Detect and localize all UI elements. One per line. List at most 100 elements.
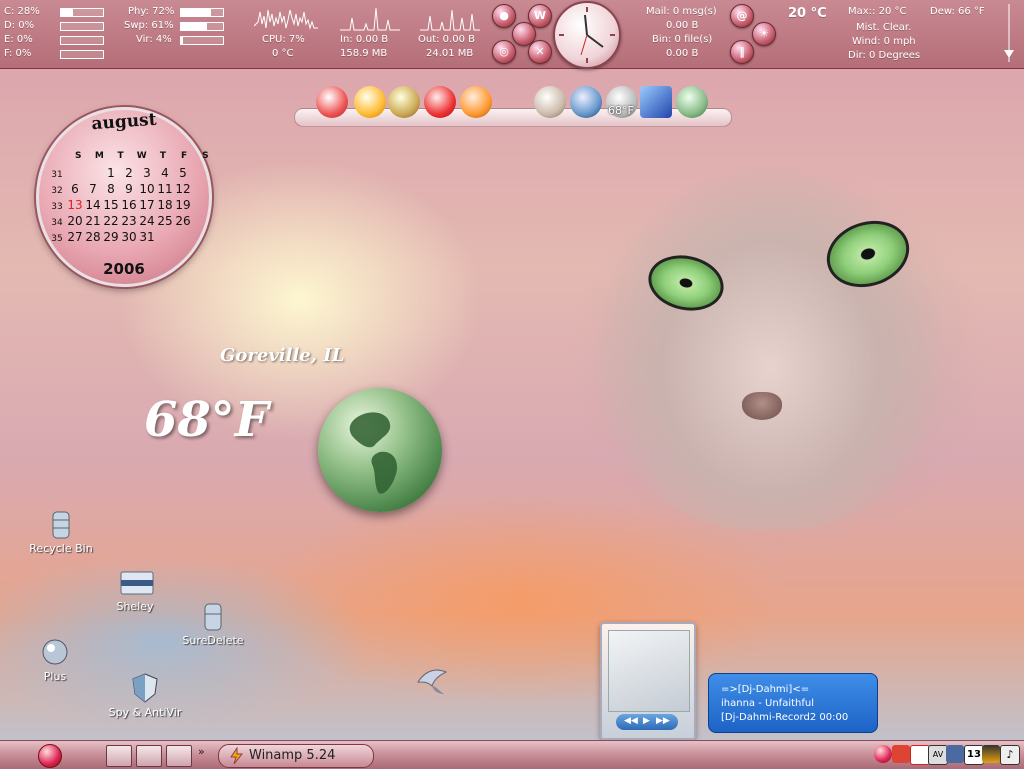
recycle-bin-icon [45,508,77,540]
tray-orb-icon[interactable] [874,745,892,763]
tray-meter-icon[interactable] [982,745,1000,763]
task-button-winamp[interactable]: Winamp 5.24 [218,744,374,768]
tray-volume-icon[interactable]: ♪ [1000,745,1020,765]
weather-orb-icon[interactable]: ☀ [752,22,776,46]
sheley-desktop-icon[interactable]: Sheley [90,566,180,613]
system-monitor-bar: C: 28% D: 0% E: 0% F: 0% Phy: 72% Swp: 6… [0,0,1024,69]
calendar-day[interactable]: 6 [66,182,84,196]
drive-e-label: E: 0% [4,34,33,45]
quicklaunch-photo-icon[interactable] [166,745,192,767]
recycle-bin-desktop-icon[interactable]: Recycle Bin [16,508,106,555]
calendar-day[interactable]: 26 [174,214,192,228]
week-number: 34 [51,218,63,228]
calendar-day[interactable]: 29 [102,230,120,244]
calendar-day[interactable]: 11 [156,182,174,196]
calendar-day[interactable]: 23 [120,214,138,228]
net-in-rate: In: 0.00 B [340,34,389,45]
top-max-temp: Max:: 20 °C [848,6,907,17]
quicklaunch-expand-icon[interactable]: » [198,745,210,765]
net-out-total: 24.01 MB [426,48,474,59]
firefox-dock-icon[interactable] [460,86,492,118]
mail-size: 0.00 B [666,20,699,31]
media-player-widget: ◀◀ ▶ ▶▶ [600,622,696,740]
recycle-dock-icon[interactable] [534,86,566,118]
prev-icon[interactable]: ◀◀ [624,716,638,726]
bird-icon[interactable] [414,664,450,698]
drive-c-label: C: 28% [4,6,40,17]
play-icon[interactable]: ▶ [643,716,650,726]
cpu-graph [254,9,318,30]
next-icon[interactable]: ▶▶ [656,716,670,726]
calendar-day[interactable]: 31 [138,230,156,244]
now-playing-time: [Dj-Dahmi-Record2 00:00 [721,712,849,723]
disc-orb-icon[interactable]: ◎ [492,40,516,64]
weather-location: Goreville, IL [220,345,345,366]
calendar-week-row: 31 1 2 3 4 5 [48,166,214,182]
media-dock-icon[interactable] [424,86,456,118]
calendar-day[interactable]: 25 [156,214,174,228]
now-playing-track: ihanna - Unfaithful [721,698,814,709]
calendar-day[interactable]: 12 [174,182,192,196]
plus-desktop-icon[interactable]: Plus [10,636,100,683]
clock-dock-icon[interactable] [676,86,708,118]
calendar-day[interactable]: 14 [84,198,102,212]
calendar-week-row: 34 20 21 22 23 24 25 26 [48,214,214,230]
email-orb-icon[interactable]: @ [730,4,754,28]
calendar-day[interactable]: 20 [66,214,84,228]
winamp-icon [230,747,244,765]
calendar-day[interactable]: 4 [156,166,174,180]
bin-orb-icon[interactable]: ‖ [730,40,754,64]
sheley-label: Sheley [116,600,154,613]
globe-icon[interactable] [318,388,442,512]
net-in-graph [340,7,400,31]
calendar-day[interactable]: 24 [138,214,156,228]
calendar-day[interactable]: 27 [66,230,84,244]
tray-antivir-icon[interactable] [910,745,930,765]
calendar-month: august [90,109,158,135]
start-button[interactable] [38,744,62,768]
window-dock-icon[interactable] [640,86,672,118]
calendar-day[interactable]: 1 [102,166,120,180]
calendar-today[interactable]: 13 [66,198,84,212]
calendar-day[interactable]: 10 [138,182,156,196]
suredelete-desktop-icon[interactable]: SureDelete [168,600,258,647]
trash-can-icon [197,600,229,632]
bin-size: 0.00 B [666,48,699,59]
tray-app-icon[interactable] [892,745,910,763]
ie-dock-icon[interactable] [570,86,602,118]
quicklaunch-media-icon[interactable] [136,745,162,767]
volume-slider[interactable] [1000,2,1018,64]
gramophone-dock-icon[interactable] [388,86,420,118]
tray-av-icon[interactable]: AV [928,745,948,765]
calendar-day[interactable]: 16 [120,198,138,212]
calendar-week-row: 32 6 7 8 9 10 11 12 [48,182,214,198]
calendar-day[interactable]: 9 [120,182,138,196]
calendar-header-row: S M T W T F S [48,150,214,166]
calendar-day[interactable]: 7 [84,182,102,196]
calendar-day[interactable]: 8 [102,182,120,196]
week-number: 32 [51,186,63,196]
suredelete-label: SureDelete [182,634,244,647]
calendar-day[interactable]: 28 [84,230,102,244]
calendar-day[interactable]: 15 [102,198,120,212]
quicklaunch-recycle-icon[interactable] [106,745,132,767]
calendar-day[interactable]: 3 [138,166,156,180]
calendar-day[interactable]: 22 [102,214,120,228]
tray-date-icon[interactable]: 13 [964,745,984,765]
calendar-day[interactable]: 18 [156,198,174,212]
cpu-temp: 0 °C [272,48,294,59]
spy-antivir-desktop-icon[interactable]: Spy & AntiVir [100,672,190,719]
calendar-day[interactable]: 21 [84,214,102,228]
media-orb-icon[interactable]: ● [492,4,516,28]
browser-dock-icon[interactable] [316,86,348,118]
calendar-day[interactable]: 30 [120,230,138,244]
calendar-year: 2006 [103,260,145,278]
calendar-day[interactable]: 2 [120,166,138,180]
tools-orb-icon[interactable]: ✕ [528,40,552,64]
calendar-day[interactable]: 19 [174,198,192,212]
calendar-day[interactable]: 5 [174,166,192,180]
calendar-day[interactable]: 17 [138,198,156,212]
plus-label: Plus [43,670,67,683]
winamp-dock-icon[interactable] [354,86,386,118]
tray-network-icon[interactable] [946,745,964,763]
